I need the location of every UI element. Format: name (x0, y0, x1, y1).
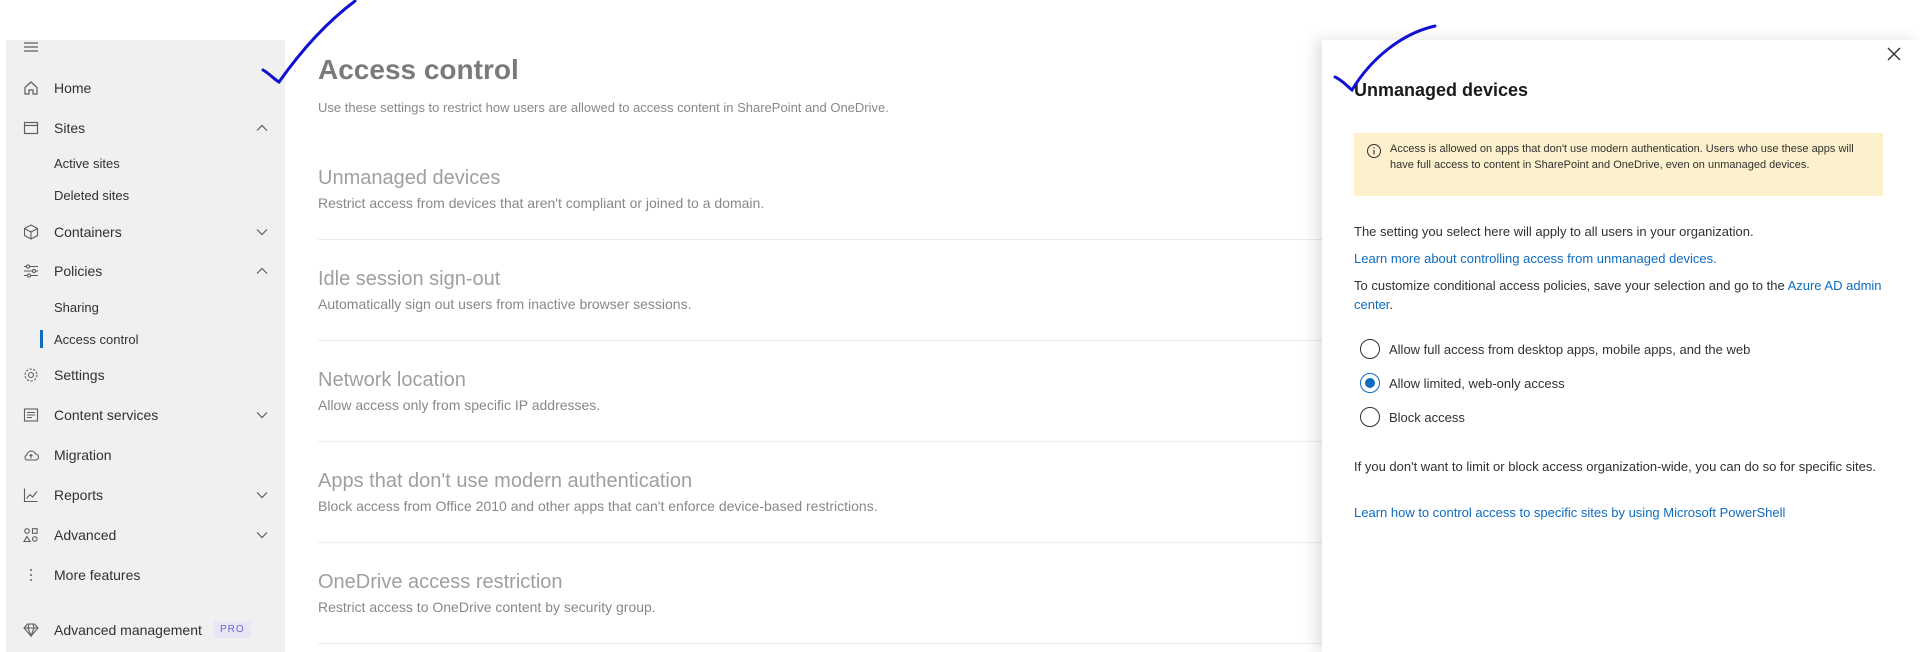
sidebar-item-access-control[interactable]: Access control (6, 324, 285, 354)
sidebar-item-containers[interactable]: Containers (6, 215, 285, 249)
radio-button-selected[interactable] (1360, 373, 1380, 393)
content-services-icon (22, 406, 40, 424)
option-limited-web-only[interactable]: Allow limited, web-only access (1360, 372, 1565, 394)
sidebar-item-migration[interactable]: Migration (6, 438, 285, 472)
home-icon (22, 79, 40, 97)
diamond-icon (22, 621, 40, 639)
chevron-up-icon[interactable] (255, 264, 269, 278)
sidebar-item-label: Sites (54, 120, 86, 136)
conditional-access-text-suffix: . (1389, 297, 1394, 312)
sidebar-item-home[interactable]: Home (6, 71, 285, 105)
setting-idle-session-sign-out[interactable]: Idle session sign-out Automatically sign… (318, 240, 1322, 341)
setting-unmanaged-devices[interactable]: Unmanaged devices Restrict access from d… (318, 139, 1322, 240)
radio-button[interactable] (1360, 339, 1380, 359)
learn-more-unmanaged-link[interactable]: Learn more about controlling access from… (1354, 249, 1894, 268)
sidebar-item-advanced-management[interactable]: Advanced management PRO (6, 613, 285, 647)
gear-icon (22, 366, 40, 384)
sidebar-item-content-services[interactable]: Content services (6, 398, 285, 432)
chevron-down-icon[interactable] (255, 488, 269, 502)
sidebar-item-label: Migration (54, 447, 112, 463)
setting-title: OneDrive access restriction (318, 571, 563, 593)
sites-icon (22, 119, 40, 137)
setting-onedrive-access-restriction[interactable]: OneDrive access restriction Restrict acc… (318, 543, 1322, 644)
setting-description: Restrict access from devices that aren't… (318, 195, 765, 211)
sidebar-item-label: Policies (54, 263, 103, 279)
sidebar-item-active-sites[interactable]: Active sites (6, 148, 285, 178)
setting-description: Restrict access to OneDrive content by s… (318, 599, 656, 615)
setting-title: Network location (318, 369, 466, 391)
sidebar-item-advanced[interactable]: Advanced (6, 518, 285, 552)
sidebar-item-label: Content services (54, 407, 159, 423)
conditional-access-text-prefix: To customize conditional access policies… (1354, 278, 1788, 293)
sidebar-item-label: Reports (54, 487, 104, 503)
cloud-icon (22, 446, 40, 464)
radio-button[interactable] (1360, 407, 1380, 427)
hamburger-icon[interactable] (22, 40, 40, 54)
sidebar-item-label: Active sites (54, 155, 120, 171)
main-content: Access control Use these settings to res… (285, 40, 1322, 652)
setting-title: Idle session sign-out (318, 268, 501, 290)
conditional-access-text: To customize conditional access policies… (1354, 276, 1894, 314)
banner-text: Access is allowed on apps that don't use… (1390, 143, 1854, 171)
sidebar-item-label: Deleted sites (54, 187, 130, 203)
policies-icon (22, 262, 40, 280)
page-description: Use these settings to restrict how users… (318, 100, 889, 115)
sidebar-item-label: Sharing (54, 299, 99, 315)
sidebar-item-label: More features (54, 567, 141, 583)
sidebar-item-deleted-sites[interactable]: Deleted sites (6, 180, 285, 210)
panel-title: Unmanaged devices (1354, 80, 1529, 100)
sidebar-item-label: Access control (54, 331, 139, 347)
close-icon[interactable] (1882, 42, 1906, 66)
sidebar-item-label: Advanced management (54, 622, 202, 638)
sidebar-item-label: Home (54, 80, 92, 96)
option-block-access[interactable]: Block access (1360, 406, 1465, 428)
pro-badge: PRO (214, 621, 251, 638)
scope-text: The setting you select here will apply t… (1354, 224, 1754, 239)
sidebar-item-sharing[interactable]: Sharing (6, 292, 285, 322)
setting-network-location[interactable]: Network location Allow access only from … (318, 341, 1322, 442)
sidebar-item-reports[interactable]: Reports (6, 478, 285, 512)
setting-title: Unmanaged devices (318, 167, 501, 189)
sidebar-item-sites[interactable]: Sites (6, 111, 285, 145)
setting-description: Allow access only from specific IP addre… (318, 397, 601, 413)
sidebar-item-label: Settings (54, 367, 105, 383)
sidebar-item-settings[interactable]: Settings (6, 358, 285, 392)
chevron-down-icon[interactable] (255, 408, 269, 422)
more-icon (22, 566, 40, 584)
chevron-up-icon[interactable] (255, 121, 269, 135)
option-label: Allow full access from desktop apps, mob… (1389, 341, 1751, 357)
page-title: Access control (318, 54, 519, 85)
powershell-link[interactable]: Learn how to control access to specific … (1354, 503, 1894, 522)
containers-icon (22, 223, 40, 241)
option-label: Allow limited, web-only access (1389, 375, 1565, 391)
sidebar-item-label: Advanced (54, 527, 117, 543)
setting-description: Block access from Office 2010 and other … (318, 498, 878, 514)
info-icon (1366, 143, 1382, 159)
info-banner: Access is allowed on apps that don't use… (1354, 133, 1883, 196)
sidebar-item-label: Containers (54, 224, 122, 240)
option-label: Block access (1389, 409, 1465, 425)
sidebar: Home Sites Active sites Deleted sites Co… (6, 40, 285, 652)
chevron-down-icon[interactable] (255, 528, 269, 542)
unmanaged-devices-panel: Unmanaged devices Access is allowed on a… (1322, 40, 1920, 652)
setting-apps-modern-auth[interactable]: Apps that don't use modern authenticatio… (318, 442, 1322, 543)
option-full-access[interactable]: Allow full access from desktop apps, mob… (1360, 338, 1750, 360)
setting-description: Automatically sign out users from inacti… (318, 296, 692, 312)
chevron-down-icon[interactable] (255, 225, 269, 239)
advanced-icon (22, 526, 40, 544)
sidebar-item-more-features[interactable]: More features (6, 558, 285, 592)
chart-icon (22, 486, 40, 504)
setting-title: Apps that don't use modern authenticatio… (318, 470, 693, 492)
site-level-text: If you don't want to limit or block acce… (1354, 459, 1877, 474)
sidebar-item-policies[interactable]: Policies (6, 254, 285, 288)
